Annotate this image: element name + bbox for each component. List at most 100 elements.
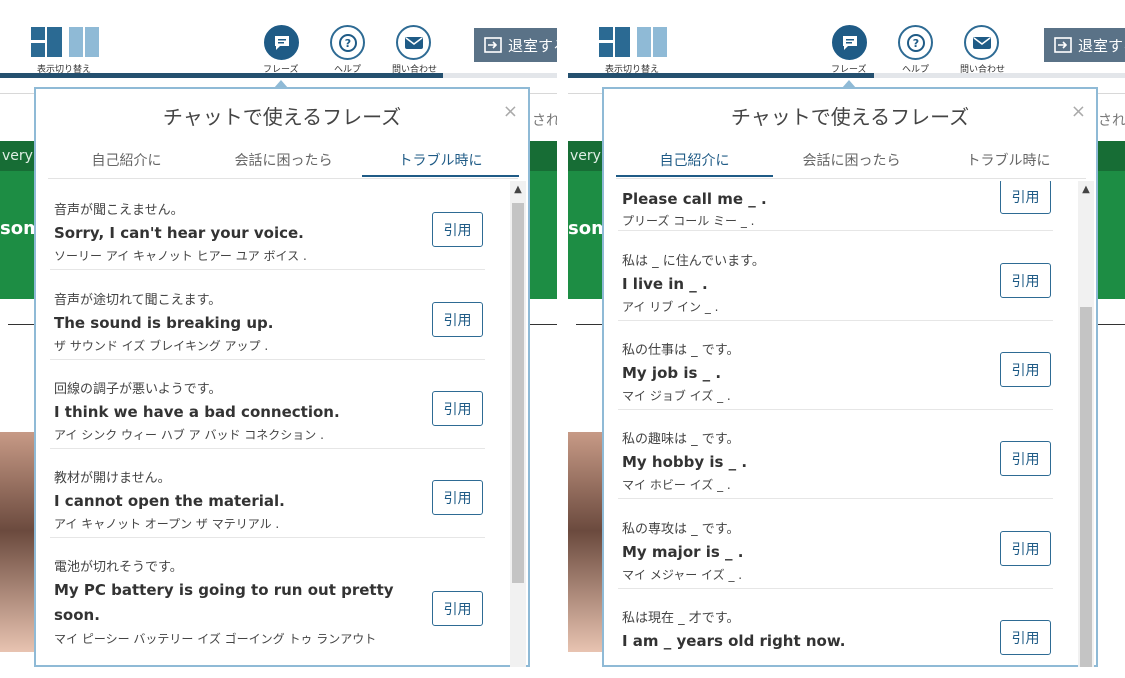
list-item: 教材が開けません。 I cannot open the material. アイ… xyxy=(50,449,485,538)
header-bar: 表示切り替え フレーズ ? ヘルプ 問い合わせ 退室する xyxy=(0,0,557,80)
envelope-icon xyxy=(972,36,991,49)
tab-trouble[interactable]: トラブル時に xyxy=(362,149,519,177)
phrase-reading: マイ ジョブ イズ _ . xyxy=(622,389,731,403)
phrase-reading: ザ サウンド イズ ブレイキング アップ . xyxy=(54,339,269,353)
quote-button[interactable]: 引用 xyxy=(432,391,483,426)
contact-button[interactable] xyxy=(964,25,999,60)
quote-button[interactable]: 引用 xyxy=(432,212,483,247)
quote-button[interactable]: 引用 xyxy=(1000,263,1051,298)
phrase-english: My job is _ . xyxy=(622,364,722,382)
phrase-list: 音声が聞こえません。 Sorry, I can't hear your voic… xyxy=(38,181,510,667)
exit-button[interactable]: 退室する xyxy=(474,28,557,62)
phrase-tabs: 自己紹介に 会話に困ったら トラブル時に xyxy=(48,149,520,179)
teacher-photo xyxy=(568,432,604,652)
phrase-panel: チャットで使えるフレーズ × 自己紹介に 会話に困ったら トラブル時に 音声が聞… xyxy=(34,87,530,667)
quote-button[interactable]: 引用 xyxy=(432,591,483,626)
panel-title: チャットで使えるフレーズ xyxy=(162,105,402,129)
list-item: 私の仕事は _ です。 My job is _ . マイ ジョブ イズ _ . … xyxy=(618,321,1053,410)
left-screen: 表示切り替え フレーズ ? ヘルプ 問い合わせ 退室する されま very so… xyxy=(0,0,557,678)
header-bar: 表示切り替え フレーズ ? ヘルプ 問い合わせ 退室する xyxy=(568,0,1125,80)
scroll-up-icon[interactable]: ▲ xyxy=(1078,183,1094,197)
phrase-japanese: 私の趣味は _ です。 xyxy=(622,432,740,447)
tab-trouble[interactable]: トラブル時に xyxy=(930,149,1087,177)
layout-toggle-icon[interactable] xyxy=(31,27,101,57)
tab-self-intro[interactable]: 自己紹介に xyxy=(616,149,773,177)
list-item: 私は現在 _ 才です。 I am _ years old right now. … xyxy=(618,589,1053,667)
phrase-english: I cannot open the material. xyxy=(54,492,285,510)
exit-label: 退室する xyxy=(1078,36,1125,55)
phrase-english: The sound is breaking up. xyxy=(54,314,274,332)
svg-text:?: ? xyxy=(912,37,918,50)
exit-label: 退室する xyxy=(508,36,557,55)
quote-button[interactable]: 引用 xyxy=(1000,441,1051,476)
list-item: 私の趣味は _ です。 My hobby is _ . マイ ホビー イズ _ … xyxy=(618,410,1053,499)
background-text: されま xyxy=(532,113,557,129)
scrollbar-thumb[interactable] xyxy=(512,203,524,583)
tabs-divider xyxy=(616,178,1086,179)
phrase-japanese: 教材が開けません。 xyxy=(54,471,171,486)
phrase-button[interactable] xyxy=(832,25,867,60)
scrollbar[interactable]: ▲ xyxy=(510,181,526,667)
list-item: 私の専攻は _ です。 My major is _ . マイ メジャー イズ _… xyxy=(618,500,1053,589)
close-icon[interactable]: × xyxy=(503,101,518,122)
phrase-reading: プリーズ コール ミー _ . xyxy=(622,214,755,228)
envelope-icon xyxy=(404,36,423,49)
list-item: 回線の調子が悪いようです。 I think we have a bad conn… xyxy=(50,360,485,449)
banner-text: very xyxy=(570,148,601,164)
tab-conversation-help[interactable]: 会話に困ったら xyxy=(773,149,930,177)
phrase-japanese: 私の専攻は _ です。 xyxy=(622,522,740,537)
phrase-button[interactable] xyxy=(264,25,299,60)
phrase-english: My major is _ . xyxy=(622,543,744,561)
progress-fill xyxy=(568,73,874,78)
phrase-reading: マイ ピーシー バッテリー イズ ゴーイング トゥ ランアウト xyxy=(54,632,377,646)
phrase-english: I live in _ . xyxy=(622,275,708,293)
quote-button[interactable]: 引用 xyxy=(1000,620,1051,655)
divider xyxy=(528,324,557,325)
tab-self-intro[interactable]: 自己紹介に xyxy=(48,149,205,177)
chat-bubble-icon xyxy=(274,35,289,50)
scrollbar-thumb[interactable] xyxy=(1080,307,1092,667)
phrase-list: Please call me _ . プリーズ コール ミー _ . 引用 私は… xyxy=(606,181,1078,667)
layout-toggle-icon[interactable] xyxy=(599,27,669,57)
exit-button[interactable]: 退室する xyxy=(1044,28,1125,62)
phrase-english: I am _ years old right now. xyxy=(622,632,846,650)
phrase-japanese: 私は現在 _ 才です。 xyxy=(622,611,740,626)
list-item: Please call me _ . プリーズ コール ミー _ . 引用 xyxy=(618,181,1053,231)
contact-button[interactable] xyxy=(396,25,431,60)
progress-fill xyxy=(0,73,443,78)
quote-button[interactable]: 引用 xyxy=(1000,531,1051,566)
phrase-panel: チャットで使えるフレーズ × 自己紹介に 会話に困ったら トラブル時に Plea… xyxy=(602,87,1098,667)
exit-icon xyxy=(1054,37,1072,53)
quote-button[interactable]: 引用 xyxy=(1000,352,1051,387)
phrase-reading: アイ リブ イン _ . xyxy=(622,300,719,314)
list-item: 私は _ に住んでいます。 I live in _ . アイ リブ イン _ .… xyxy=(618,232,1053,321)
list-item: 電池が切れそうです。 My PC battery is going to run… xyxy=(50,538,485,667)
phrase-reading: アイ シンク ウィー ハブ ア バッド コネクション . xyxy=(54,428,324,442)
panel-title: チャットで使えるフレーズ xyxy=(730,105,970,129)
close-icon[interactable]: × xyxy=(1071,101,1086,122)
scroll-up-icon[interactable]: ▲ xyxy=(510,183,526,197)
divider xyxy=(1096,324,1125,325)
phrase-reading: マイ メジャー イズ _ . xyxy=(622,568,743,582)
scrollbar[interactable]: ▲ xyxy=(1078,181,1094,667)
phrase-english: My hobby is _ . xyxy=(622,453,748,471)
quote-button[interactable]: 引用 xyxy=(1000,181,1051,214)
phrase-japanese: 私は _ に住んでいます。 xyxy=(622,254,765,269)
phrase-reading: ソーリー アイ キャノット ヒアー ユア ボイス . xyxy=(54,249,307,263)
phrase-japanese: 音声が聞こえません。 xyxy=(54,203,184,218)
question-icon: ? xyxy=(338,33,357,52)
phrase-japanese: 電池が切れそうです。 xyxy=(54,560,183,575)
chat-bubble-icon xyxy=(842,35,857,50)
phrase-japanese: 回線の調子が悪いようです。 xyxy=(54,382,222,397)
help-button[interactable]: ? xyxy=(330,25,365,60)
phrase-japanese: 私の仕事は _ です。 xyxy=(622,343,740,358)
question-icon: ? xyxy=(906,33,925,52)
help-button[interactable]: ? xyxy=(898,25,933,60)
list-item: 音声が途切れて聞こえます。 The sound is breaking up. … xyxy=(50,271,485,360)
quote-button[interactable]: 引用 xyxy=(432,480,483,515)
phrase-english: Please call me _ . xyxy=(622,190,767,208)
quote-button[interactable]: 引用 xyxy=(432,302,483,337)
tab-conversation-help[interactable]: 会話に困ったら xyxy=(205,149,362,177)
exit-icon xyxy=(484,37,502,53)
banner-text: very xyxy=(2,148,33,164)
